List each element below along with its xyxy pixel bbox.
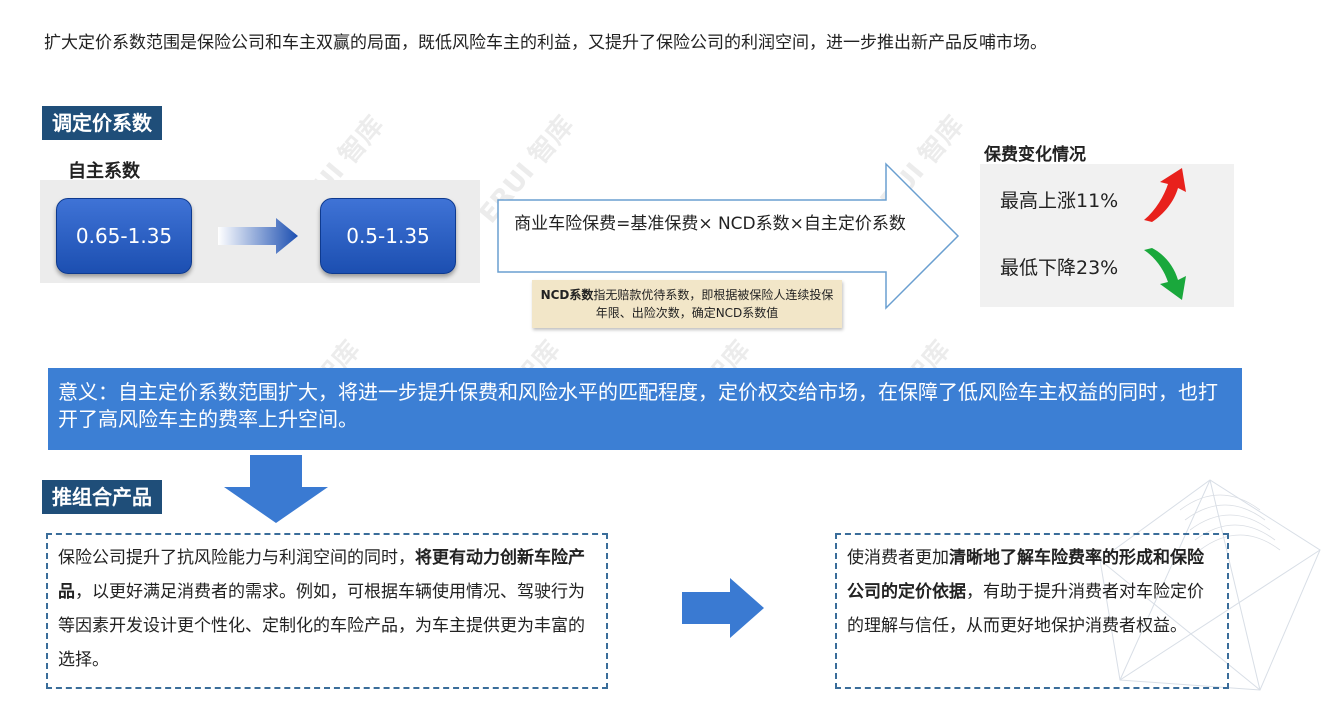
box2-text-a: 使消费者更加: [847, 548, 949, 568]
arrow-right-icon: [218, 218, 298, 254]
coef-box-old: 0.65-1.35: [56, 198, 192, 274]
arrow-down-big-icon: [224, 455, 328, 523]
arrow-up-icon: [1144, 168, 1186, 222]
ncd-note-text: 指无赔款优待系数，即根据被保险人连续投保年限、出险次数，确定NCD系数值: [593, 288, 834, 320]
intro-text: 扩大定价系数范围是保险公司和车主双赢的局面，既低风险车主的利益，又提升了保险公司…: [44, 33, 1047, 53]
coef-box-new: 0.5-1.35: [320, 198, 456, 274]
box1-text-a: 保险公司提升了抗风险能力与利润空间的同时，: [58, 548, 415, 568]
premium-max-increase: 最高上涨11%: [1000, 190, 1119, 212]
ncd-note-term: NCD系数: [540, 288, 594, 302]
premium-max-decrease: 最低下降23%: [1000, 257, 1119, 279]
box1-text-b: ，以更好满足消费者的需求。例如，可根据车辆使用情况、驾驶行为等因素开发设计更个性…: [58, 582, 585, 670]
premium-formula: 商业车险保费=基准保费× NCD系数×自主定价系数: [514, 214, 906, 234]
arrow-down-icon: [1144, 248, 1186, 300]
product-innovation-box: 保险公司提升了抗风险能力与利润空间的同时，将更有动力创新车险产品，以更好满足消费…: [46, 533, 608, 689]
section-title-products: 推组合产品: [42, 480, 162, 514]
consumer-benefit-box: 使消费者更加清晰地了解车险费率的形成和保险公司的定价依据，有助于提升消费者对车险…: [835, 533, 1229, 689]
arrow-right-big-icon: [682, 578, 764, 638]
meaning-banner: 意义：自主定价系数范围扩大，将进一步提升保费和风险水平的匹配程度，定价权交给市场…: [48, 368, 1242, 450]
ncd-note: NCD系数指无赔款优待系数，即根据被保险人连续投保年限、出险次数，确定NCD系数…: [532, 280, 842, 328]
premium-change-title: 保费变化情况: [984, 145, 1086, 165]
section-title-pricing: 调定价系数: [42, 106, 162, 140]
